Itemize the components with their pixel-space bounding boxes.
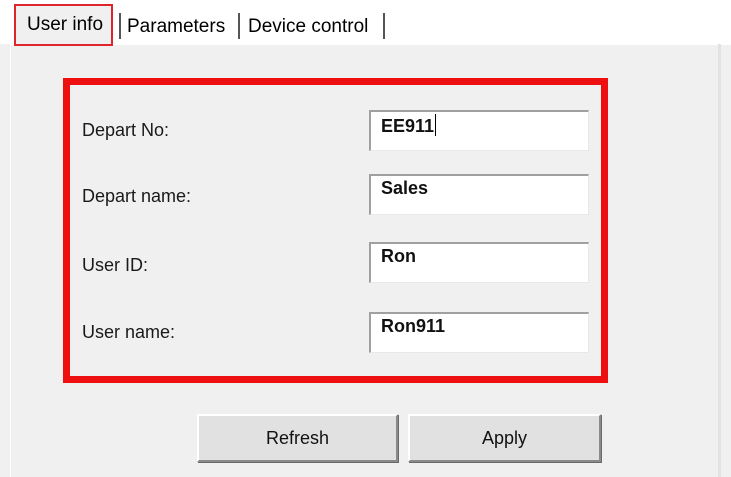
apply-button[interactable]: Apply (408, 414, 601, 462)
panel-edge (718, 44, 721, 477)
tab-user-info-label: User info (27, 14, 104, 35)
user-id-value: Ron (381, 246, 416, 266)
tab-parameters-label: Parameters (127, 16, 226, 37)
user-info-dialog: User info Parameters Device control Depa… (0, 0, 731, 477)
depart-no-field[interactable]: EE911 (369, 110, 589, 151)
user-id-label: User ID: (82, 255, 149, 275)
user-name-field[interactable]: Ron911 (369, 312, 589, 353)
depart-no-value: EE911 (381, 116, 435, 136)
tab-separator (383, 13, 385, 39)
user-id-field[interactable]: Ron (369, 242, 589, 283)
tab-device-control[interactable]: Device control (248, 11, 368, 42)
user-name-label: User name: (82, 322, 176, 342)
depart-name-label: Depart name: (82, 186, 192, 206)
tab-separator (119, 13, 121, 39)
tab-separator (238, 13, 240, 39)
tab-device-control-label: Device control (248, 16, 369, 37)
tab-user-info[interactable]: User info (14, 4, 113, 46)
refresh-button[interactable]: Refresh (197, 414, 398, 462)
user-name-value: Ron911 (381, 316, 446, 336)
tab-parameters[interactable]: Parameters (127, 11, 225, 42)
tab-strip: User info Parameters Device control (0, 0, 731, 46)
depart-no-label: Depart No: (82, 120, 170, 140)
depart-name-field[interactable]: Sales (369, 174, 589, 215)
depart-name-value: Sales (381, 178, 429, 198)
text-caret (435, 114, 437, 136)
